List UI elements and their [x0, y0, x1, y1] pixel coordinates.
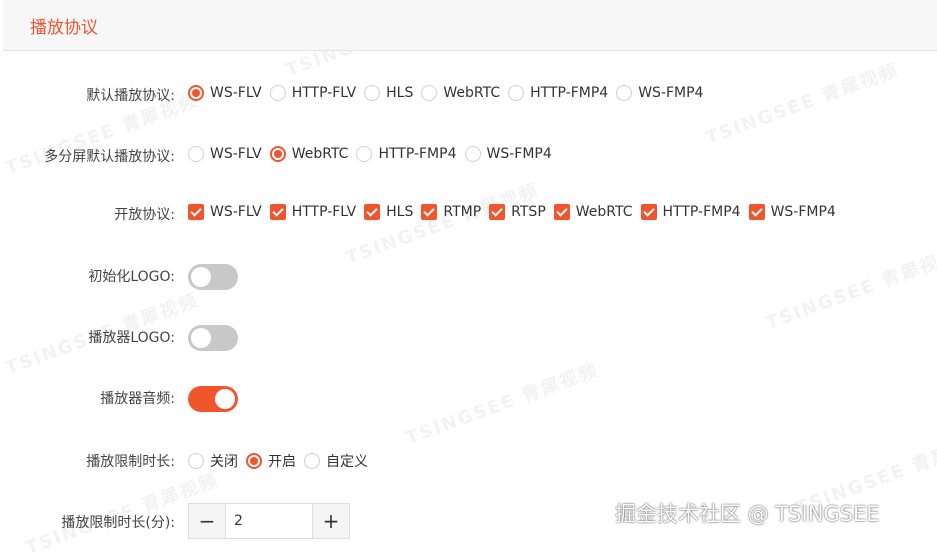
multiscreen-protocol-radio-group: WS-FLV WebRTC HTTP-FMP4 WS-FMP4 [188, 146, 560, 162]
open-protocols-checkbox-group: WS-FLV HTTP-FLV HLS RTMP RTSP WebRTC HTT… [188, 204, 844, 220]
minutes-input[interactable] [226, 504, 312, 538]
play-limit-minutes-stepper: − + [188, 503, 350, 539]
radio-custom[interactable]: 自定义 [304, 451, 368, 471]
checkbox-box[interactable] [364, 204, 381, 220]
open-protocols-label: 开放协议: [114, 207, 175, 223]
init-logo-row: 初始化LOGO: [0, 261, 937, 291]
radio-ws-fmp4[interactable]: WS-FMP4 [464, 146, 552, 162]
checkbox-ws-flv[interactable]: WS-FLV [188, 204, 262, 220]
radio-http-fmp4[interactable]: HTTP-FMP4 [356, 146, 457, 162]
play-limit-radio-group: 关闭 开启 自定义 [188, 451, 376, 471]
player-audio-label: 播放器音频: [100, 391, 175, 407]
default-protocol-radio-group: WS-FLV HTTP-FLV HLS WebRTC HTTP-FMP4 WS-… [188, 85, 711, 101]
radio-webrtc[interactable]: WebRTC [269, 146, 348, 162]
player-logo-toggle[interactable] [188, 325, 238, 351]
radio-circle[interactable] [269, 85, 286, 101]
increment-button[interactable]: + [312, 504, 349, 538]
toggle-knob [191, 328, 211, 348]
radio-circle[interactable] [464, 146, 481, 162]
footer-credit: 掘金技术社区 @ TSINGSEE [615, 502, 880, 526]
checkbox-box[interactable] [188, 204, 204, 220]
play-limit-label: 播放限制时长: [86, 454, 175, 470]
radio-http-fmp4[interactable]: HTTP-FMP4 [508, 85, 608, 101]
checkbox-http-fmp4[interactable]: HTTP-FMP4 [640, 204, 741, 220]
checkbox-hls[interactable]: HLS [364, 204, 413, 220]
multiscreen-protocol-label: 多分屏默认播放协议: [44, 149, 175, 165]
toggle-knob [191, 267, 211, 287]
section-title: 播放协议 [30, 18, 98, 38]
radio-circle[interactable] [246, 453, 262, 469]
checkbox-box[interactable] [748, 204, 765, 220]
checkbox-rtmp[interactable]: RTMP [421, 204, 481, 220]
default-protocol-label: 默认播放协议: [86, 88, 175, 104]
radio-off[interactable]: 关闭 [188, 451, 238, 471]
radio-circle[interactable] [508, 85, 525, 101]
radio-http-flv[interactable]: HTTP-FLV [269, 85, 356, 101]
init-logo-toggle[interactable] [188, 264, 238, 290]
checkbox-box[interactable] [421, 204, 438, 220]
radio-circle[interactable] [421, 85, 438, 101]
radio-circle[interactable] [188, 85, 204, 101]
toggle-knob [215, 389, 235, 409]
radio-on[interactable]: 开启 [246, 451, 296, 471]
checkbox-box[interactable] [640, 204, 657, 220]
radio-hls[interactable]: HLS [364, 85, 413, 101]
init-logo-label: 初始化LOGO: [88, 269, 175, 285]
player-logo-label: 播放器LOGO: [88, 330, 175, 346]
open-protocols-row: 开放协议: WS-FLV HTTP-FLV HLS RTMP RTSP WebR… [0, 199, 937, 229]
section-header: 播放协议 [3, 0, 937, 51]
checkbox-rtsp[interactable]: RTSP [489, 204, 546, 220]
play-limit-row: 播放限制时长: 关闭 开启 自定义 [0, 446, 937, 476]
radio-circle[interactable] [616, 85, 633, 101]
radio-circle[interactable] [364, 85, 381, 101]
checkbox-ws-fmp4[interactable]: WS-FMP4 [748, 204, 836, 220]
radio-circle[interactable] [188, 453, 204, 469]
decrement-button[interactable]: − [189, 504, 226, 538]
player-audio-row: 播放器音频: [0, 383, 937, 413]
radio-circle[interactable] [188, 146, 204, 162]
checkbox-box[interactable] [553, 204, 570, 220]
player-logo-row: 播放器LOGO: [0, 322, 937, 352]
play-limit-minutes-label: 播放限制时长(分): [61, 515, 175, 531]
radio-circle[interactable] [269, 146, 286, 162]
default-protocol-row: 默认播放协议: WS-FLV HTTP-FLV HLS WebRTC HTTP-… [0, 80, 937, 110]
multiscreen-protocol-row: 多分屏默认播放协议: WS-FLV WebRTC HTTP-FMP4 WS-FM… [0, 141, 937, 171]
radio-ws-flv[interactable]: WS-FLV [188, 146, 262, 162]
radio-ws-fmp4[interactable]: WS-FMP4 [616, 85, 703, 101]
checkbox-webrtc[interactable]: WebRTC [553, 204, 633, 220]
checkbox-box[interactable] [489, 204, 506, 220]
checkbox-box[interactable] [269, 204, 286, 220]
radio-circle[interactable] [304, 453, 320, 469]
radio-circle[interactable] [356, 146, 373, 162]
player-audio-toggle[interactable] [188, 386, 238, 412]
radio-ws-flv[interactable]: WS-FLV [188, 85, 262, 101]
radio-webrtc[interactable]: WebRTC [421, 85, 500, 101]
checkbox-http-flv[interactable]: HTTP-FLV [269, 204, 356, 220]
